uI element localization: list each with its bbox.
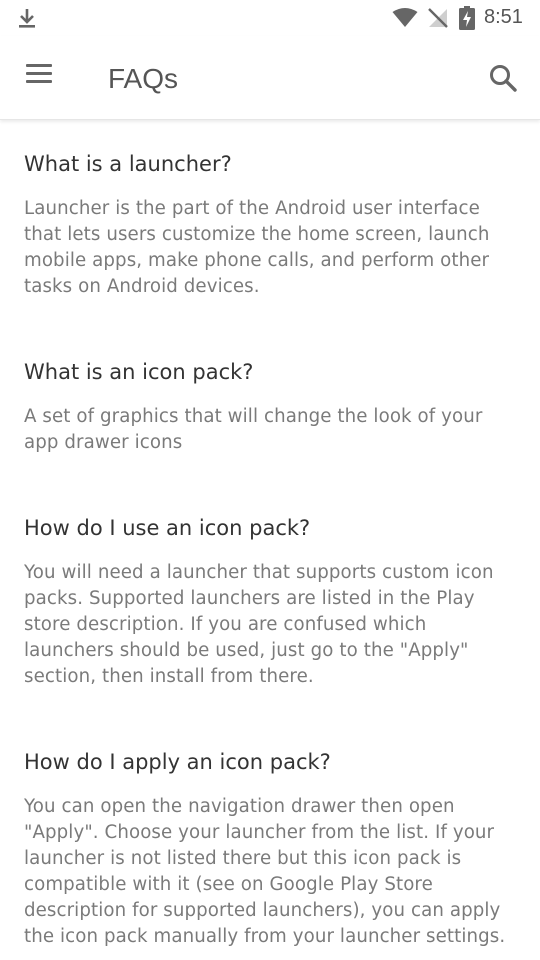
faq-item: What is an icon pack? A set of graphics …	[0, 358, 540, 456]
faq-item: What is a launcher? Launcher is the part…	[0, 150, 540, 300]
download-icon	[19, 9, 35, 28]
faq-answer: You will need a launcher that supports c…	[24, 562, 494, 687]
faq-question: How do I use an icon pack?	[24, 516, 311, 540]
no-signal-icon	[428, 8, 448, 28]
faq-answer: A set of graphics that will change the l…	[24, 406, 483, 453]
faq-item: How do I apply an icon pack? You can ope…	[0, 748, 540, 950]
status-clock: 8:51	[484, 6, 523, 28]
app-bar: FAQs	[0, 36, 540, 120]
wifi-icon	[392, 8, 418, 27]
battery-charging-icon	[459, 6, 475, 30]
status-bar: 8:51	[0, 0, 540, 36]
faq-list[interactable]: What is a launcher? Launcher is the part…	[0, 121, 540, 960]
search-icon[interactable]	[488, 63, 518, 93]
faq-question: What is a launcher?	[24, 152, 232, 176]
faq-answer: You can open the navigation drawer then …	[24, 796, 506, 947]
faq-answer: Launcher is the part of the Android user…	[24, 198, 490, 297]
faq-item: How do I use an icon pack? You will need…	[0, 514, 540, 690]
menu-icon[interactable]	[26, 64, 56, 90]
page-title: FAQs	[108, 63, 179, 94]
faq-question: What is an icon pack?	[24, 360, 254, 384]
faq-question: How do I apply an icon pack?	[24, 750, 331, 774]
